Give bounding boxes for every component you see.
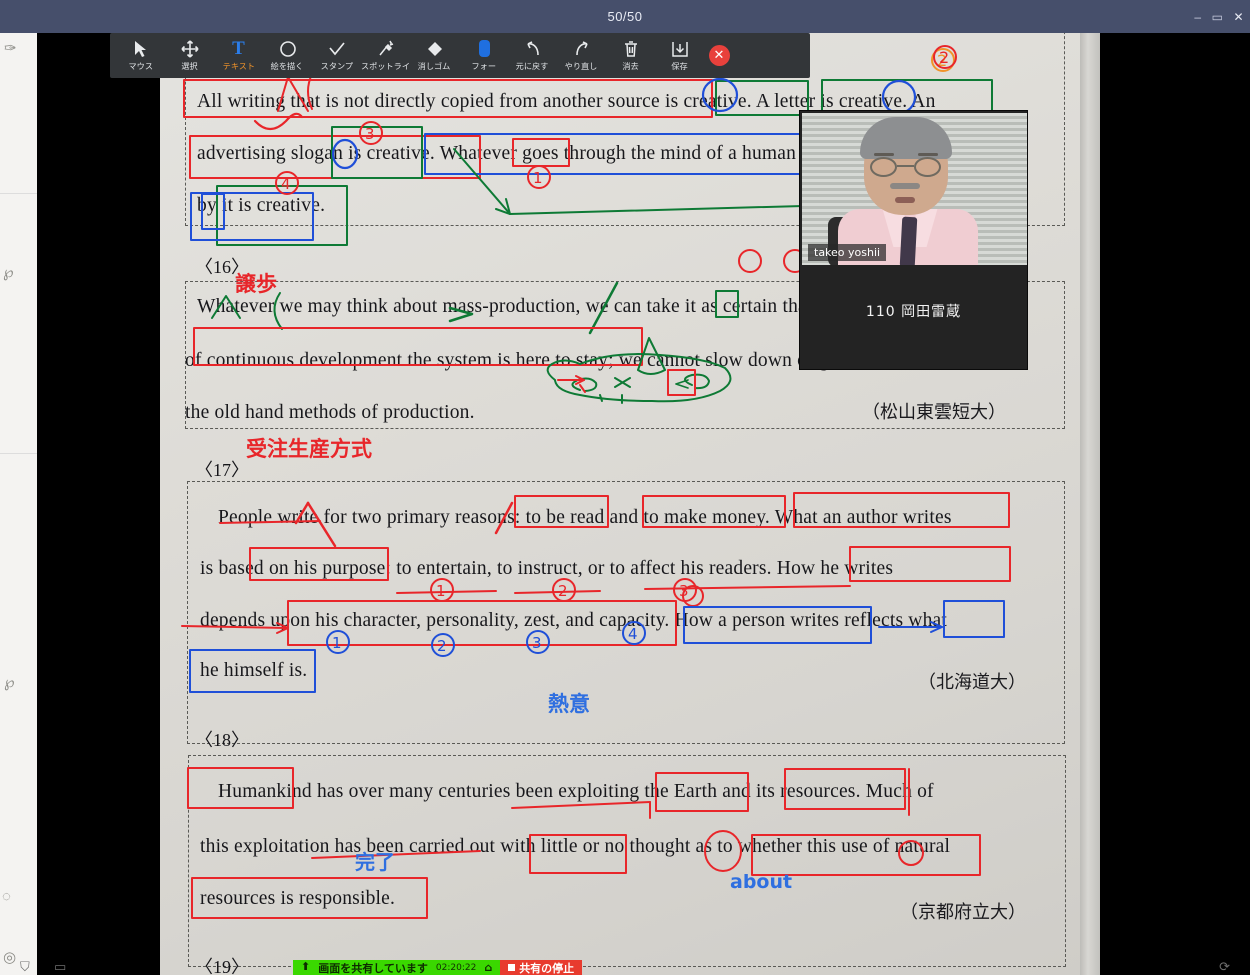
tool-label: フォー (471, 62, 496, 72)
handwritten-note: 完了 (355, 850, 395, 874)
handwritten-note: 譲歩 (235, 272, 277, 296)
doc-line: the old hand methods of production. (185, 402, 475, 423)
redo-icon (573, 39, 591, 59)
source-attribution: （松山東雲短大） (862, 402, 1006, 423)
move-select-icon (180, 39, 199, 59)
source-attribution: （京都府立大） (900, 902, 1026, 923)
necktie (899, 216, 918, 265)
doc-line: this exploitation has been carried out w… (200, 836, 951, 857)
handwritten-note: 熱意 (548, 692, 590, 716)
annotation-toolbar[interactable]: マウス 選択 T テキスト 絵を描く スタンプ スポットライ 消しゴム フォー … (110, 33, 810, 78)
tool-label: 元に戻す (516, 62, 549, 72)
left-gutter: ✑ ℘ ℘ ◌ ◎ (0, 33, 37, 975)
right-black-pane (1100, 33, 1250, 975)
doc-line: is based on his purpose: to entertain, t… (200, 558, 894, 579)
page-right-edge (1080, 33, 1100, 975)
handwritten-note: about (730, 871, 793, 893)
cursor-icon (133, 39, 148, 59)
tool-clear[interactable]: 消去 (606, 33, 655, 78)
spotlight-icon (377, 39, 395, 59)
text-icon: T (232, 38, 245, 59)
tool-label: 保存 (671, 62, 688, 72)
glasses-right (914, 157, 941, 177)
camera-feed: takeo yoshii (802, 113, 1027, 265)
tool-label: やり直し (565, 62, 598, 72)
draw-shape-icon (279, 39, 297, 59)
tool-redo[interactable]: やり直し (557, 33, 606, 78)
page-title: 50/50 (607, 9, 643, 24)
source-attribution: （北海道大） (918, 672, 1026, 693)
doc-line: of continuous development the system is … (185, 350, 903, 371)
doc-line: he himself is. (200, 660, 308, 681)
eyebrow-right (918, 153, 938, 156)
tool-label: 消去 (622, 62, 639, 72)
window-controls[interactable]: – ▭ ✕ (1194, 0, 1244, 33)
tool-spotlight[interactable]: スポットライ (361, 33, 410, 78)
doc-line: resources is responsible. (200, 888, 396, 909)
participant-display-label: 110 岡田雷蔵 (865, 304, 962, 320)
stamp-check-icon (328, 39, 346, 59)
glasses-left (870, 157, 897, 177)
tool-label: 絵を描く (271, 62, 304, 72)
tool-mouse[interactable]: マウス (116, 33, 165, 78)
tool-undo[interactable]: 元に戻す (508, 33, 557, 78)
tool-label: テキスト (222, 62, 255, 72)
eraser-icon (426, 39, 444, 59)
tool-select[interactable]: 選択 (165, 33, 214, 78)
minimize-icon[interactable]: – (1194, 11, 1201, 23)
moustache (890, 183, 920, 189)
refresh-icon[interactable]: ⟳ (1219, 959, 1230, 975)
bottom-bar: ⛉ ▭ ⟳ (0, 959, 1250, 975)
participant-name-label: takeo yoshii (808, 244, 887, 261)
maximize-icon[interactable]: ▭ (1212, 11, 1224, 23)
tabs-icon[interactable]: ▭ (54, 959, 66, 975)
tool-text[interactable]: T テキスト (214, 33, 263, 78)
tool-label: スタンプ (320, 62, 353, 72)
section-number: 〈18〉 (195, 730, 249, 750)
tool-label: 選択 (181, 62, 198, 72)
tool-save[interactable]: 保存 (655, 33, 704, 78)
undo-icon (524, 39, 542, 59)
participant-video-tile[interactable]: takeo yoshii 110 岡田雷蔵 (799, 110, 1028, 370)
tool-stamp[interactable]: スタンプ (312, 33, 361, 78)
left-black-pane (37, 33, 160, 975)
tool-format[interactable]: フォー (459, 33, 508, 78)
tool-label: マウス (128, 62, 153, 72)
close-toolbar-button[interactable]: ✕ (704, 33, 734, 78)
section-number: 〈17〉 (195, 460, 249, 480)
tool-label: 消しゴム (418, 62, 451, 72)
close-icon[interactable]: ✕ (708, 45, 730, 66)
tool-draw[interactable]: 絵を描く (263, 33, 312, 78)
screen-root: ✑ ℘ ℘ ◌ ◎ All writing that is not direct… (0, 0, 1250, 975)
glasses-bridge (897, 165, 914, 167)
trash-icon (622, 39, 640, 59)
tool-eraser[interactable]: 消しゴム (410, 33, 459, 78)
format-color-icon (475, 39, 493, 59)
doc-line: depends upon his character, personality,… (200, 610, 948, 631)
close-icon[interactable]: ✕ (1233, 11, 1244, 23)
bookmark-icon[interactable]: ⛉ (20, 959, 30, 975)
save-icon (671, 39, 689, 59)
doc-line: by it is creative. (197, 195, 326, 216)
tool-label: スポットライ (361, 62, 410, 72)
mouth-shape (895, 197, 915, 203)
doc-line: Humankind has over many centuries been e… (218, 781, 934, 802)
window-title-bar: 50/50 – ▭ ✕ (0, 0, 1250, 33)
handwritten-note: 受注生産方式 (246, 437, 372, 461)
doc-line: People write for two primary reasons: to… (218, 507, 952, 528)
eyebrow-left (874, 153, 894, 156)
